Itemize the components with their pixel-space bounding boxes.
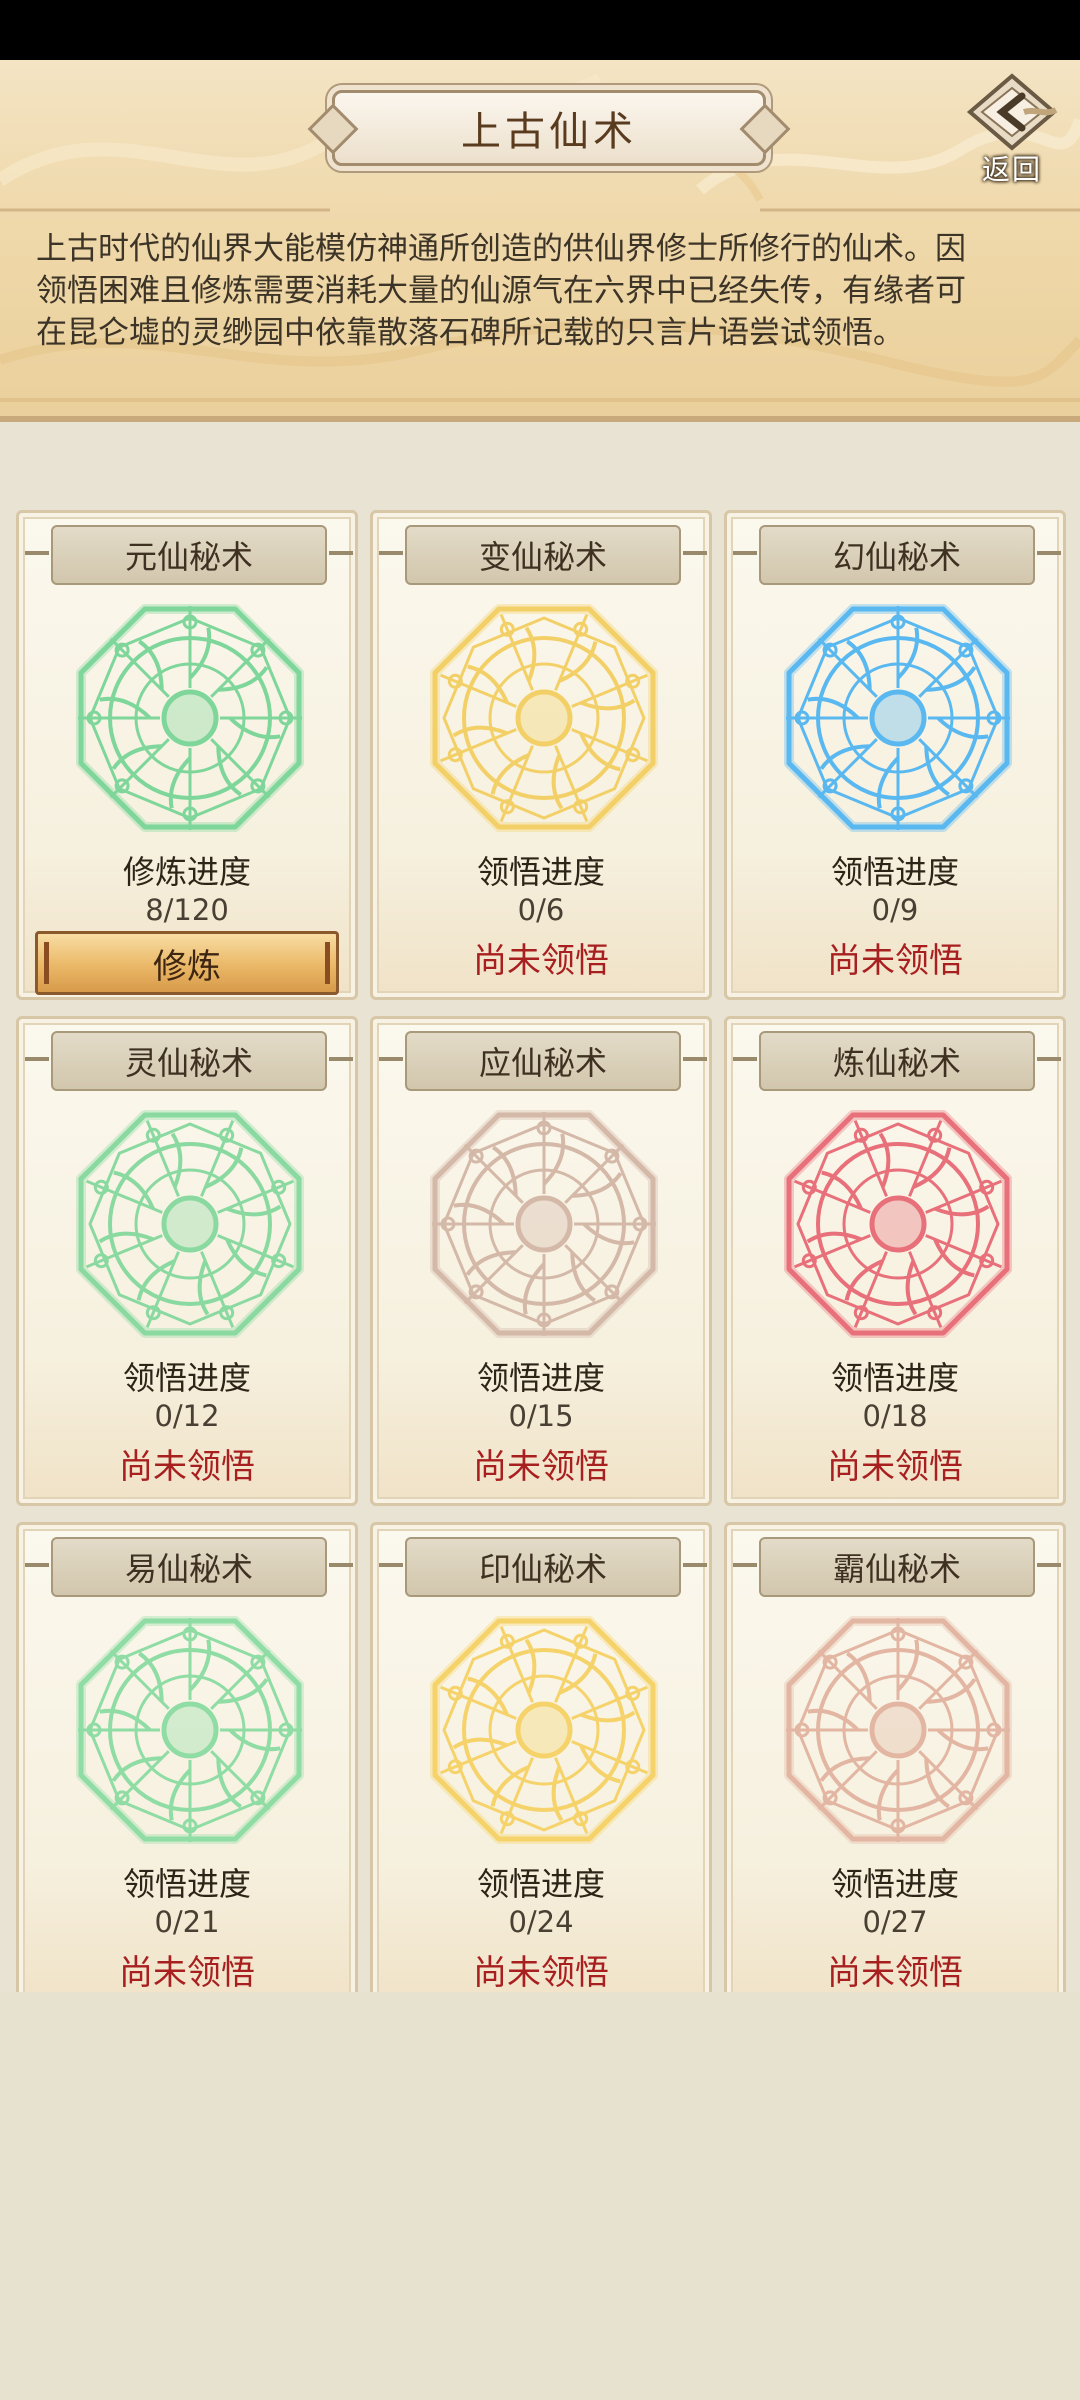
progress-label: 领悟进度 [476,853,605,891]
description-line: 上古时代的仙界大能模仿神通所创造的供仙界修士所修行的仙术。因 [36,231,966,267]
empty-area [0,1992,1080,2400]
technique-card[interactable]: 应仙秘术 领悟进度 0/15 尚未领悟 [370,1016,712,1506]
progress-label: 领悟进度 [830,1865,959,1903]
status-text: 尚未领悟 [827,941,963,981]
technique-card[interactable]: 炼仙秘术 领悟进度 0/18 尚未领悟 [724,1016,1066,1506]
back-label: 返回 [981,153,1042,186]
progress-value: 0/27 [862,1905,928,1939]
progress-label: 领悟进度 [830,1359,959,1397]
progress-value: 0/18 [862,1399,928,1433]
technique-card[interactable]: 元仙秘术 修炼进度 8/120 修炼 [16,510,358,1000]
progress-label: 领悟进度 [122,1865,251,1903]
progress-value: 0/24 [508,1905,574,1939]
card-title: 变仙秘术 [379,525,707,585]
card-title: 元仙秘术 [25,525,353,585]
spiral-icon [784,604,1012,832]
progress-label: 领悟进度 [122,1359,251,1397]
card-title: 炼仙秘术 [733,1031,1061,1091]
technique-card[interactable]: 灵仙秘术 领悟进度 0/12 尚未领悟 [16,1016,358,1506]
status-text: 尚未领悟 [119,1447,255,1487]
status-text: 尚未领悟 [827,1953,963,1993]
train-button[interactable]: 修炼 [35,931,339,995]
progress-value: 0/9 [871,893,919,927]
card-title: 幻仙秘术 [733,525,1061,585]
status-text: 尚未领悟 [827,1447,963,1487]
progress-value: 0/15 [508,1399,574,1433]
status-text: 尚未领悟 [119,1953,255,1993]
star-icon [76,1616,304,1844]
header-divider [0,416,1080,422]
technique-card[interactable]: 变仙秘术 领悟进度 0/6 尚未领悟 [370,510,712,1000]
card-title: 应仙秘术 [379,1031,707,1091]
description-line: 在昆仑墟的灵缈园中依靠散落石碑所记载的只言片语尝试领悟。 [36,315,904,351]
progress-label: 领悟进度 [476,1865,605,1903]
card-title: 霸仙秘术 [733,1537,1061,1597]
app-screen: 上古仙术 返回 上古时代的仙界大能模仿神通所创造的供仙界修士所修行的仙术。因 领… [0,60,1080,2400]
progress-value: 0/21 [154,1905,220,1939]
progress-label: 领悟进度 [476,1359,605,1397]
yin-yang-icon [76,604,304,832]
card-title: 灵仙秘术 [25,1031,353,1091]
header-panel: 上古仙术 返回 上古时代的仙界大能模仿神通所创造的供仙界修士所修行的仙术。因 领… [0,60,1080,422]
card-title: 印仙秘术 [379,1537,707,1597]
page-title: 上古仙术 [461,109,637,155]
progress-value: 8/120 [145,893,229,927]
status-text: 尚未领悟 [473,1953,609,1993]
technique-card[interactable]: 霸仙秘术 领悟进度 0/27 尚未领悟 [724,1522,1066,2012]
technique-card[interactable]: 易仙秘术 领悟进度 0/21 尚未领悟 [16,1522,358,2012]
back-button[interactable]: 返回 [958,72,1066,186]
description-text: 上古时代的仙界大能模仿神通所创造的供仙界修士所修行的仙术。因 领悟困难且修炼需要… [36,228,1056,354]
status-text: 尚未领悟 [473,941,609,981]
progress-value: 0/6 [517,893,565,927]
knot-icon [430,1110,658,1338]
progress-value: 0/12 [154,1399,220,1433]
triskelion-icon [784,1110,1012,1338]
status-text: 尚未领悟 [473,1447,609,1487]
technique-card[interactable]: 幻仙秘术 领悟进度 0/9 尚未领悟 [724,510,1066,1000]
flower-icon [76,1110,304,1338]
description-line: 领悟困难且修炼需要消耗大量的仙源气在六界中已经失传，有缘者可 [36,273,966,309]
lattice-icon [784,1616,1012,1844]
eye-icon [430,604,658,832]
technique-card[interactable]: 印仙秘术 领悟进度 0/24 尚未领悟 [370,1522,712,2012]
progress-label: 领悟进度 [830,853,959,891]
flame-icon [430,1616,658,1844]
card-title: 易仙秘术 [25,1537,353,1597]
status-bar [0,0,1080,60]
back-arrow-icon [966,73,1058,151]
progress-label: 修炼进度 [122,853,251,891]
title-banner: 上古仙术 [332,90,766,166]
